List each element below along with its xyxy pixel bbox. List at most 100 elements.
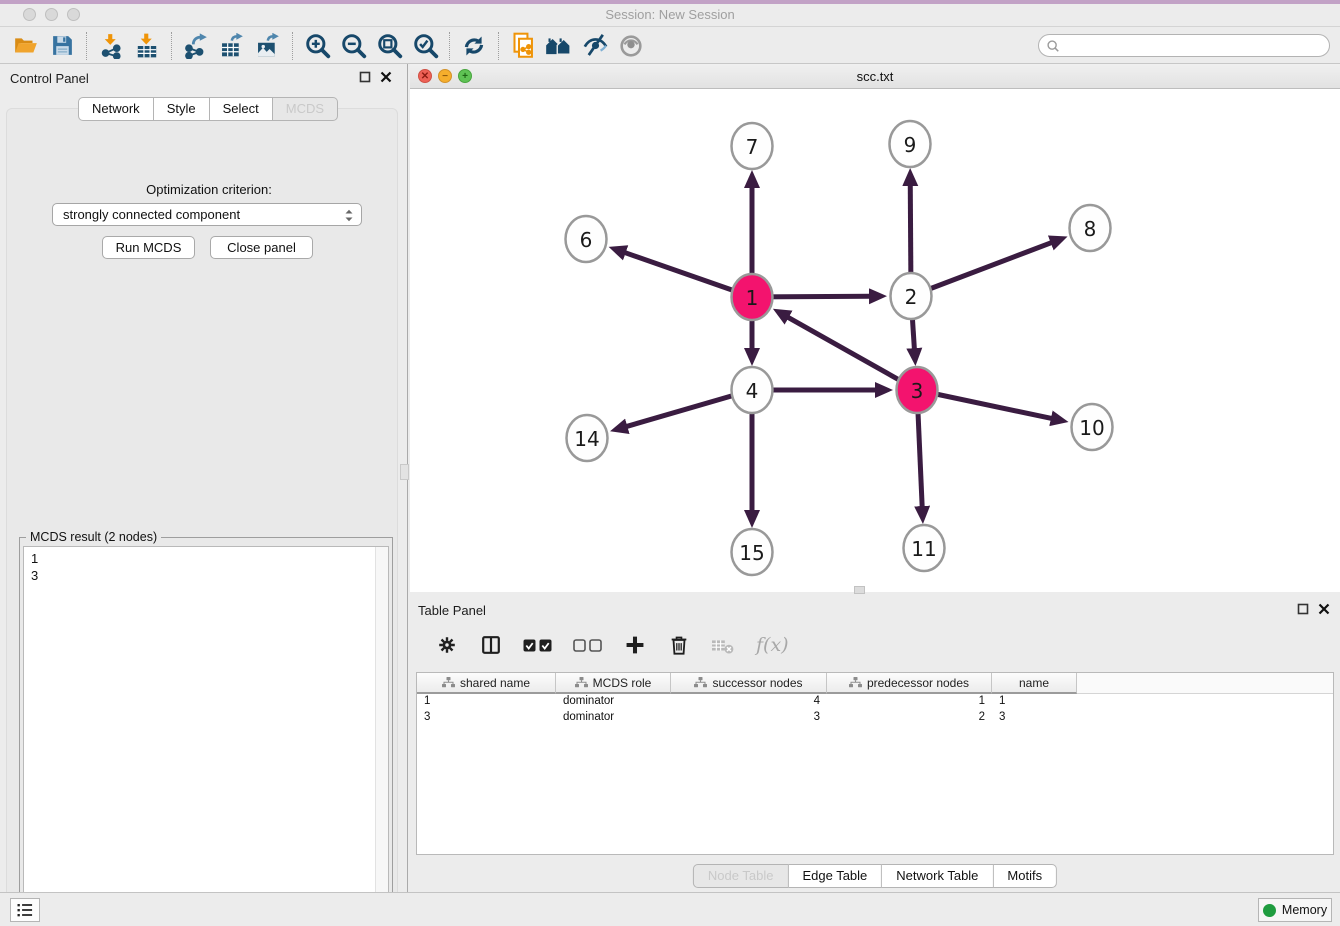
search-field[interactable] [1038,34,1330,57]
header-filler [1077,673,1333,694]
graph-node-6[interactable]: 6 [566,216,607,262]
task-history-button[interactable] [10,898,40,922]
criterion-select[interactable]: strongly connected component [52,203,362,226]
attribute-tree-icon [575,677,588,688]
eye-icon [618,33,644,59]
zoom-in-button[interactable] [299,31,335,61]
show-columns-button[interactable] [476,630,506,660]
column-header-MCDS-role[interactable]: MCDS role [556,673,671,694]
graph-node-2[interactable]: 2 [891,273,932,319]
mcds-result-lines: 1 3 [31,551,38,583]
close-panel-icon[interactable] [380,71,392,83]
graph-node-9[interactable]: 9 [890,121,931,167]
graph-node-4[interactable]: 4 [732,367,773,413]
toolbar-separator [292,32,293,60]
select-all-columns-button[interactable] [520,630,556,660]
delete-column-button[interactable] [664,630,694,660]
graph-node-label: 14 [574,427,599,451]
column-header-predecessor-nodes[interactable]: predecessor nodes [827,673,992,694]
graph-edge-2-8[interactable] [911,242,1053,296]
export-network-button[interactable] [178,31,214,61]
search-icon [1046,39,1060,53]
table-row[interactable]: 1dominator411 [417,694,1333,710]
zoom-fit-button[interactable] [371,31,407,61]
import-network-button[interactable] [93,31,129,61]
table-cell: 1 [992,694,1077,710]
tab-style[interactable]: Style [154,97,210,121]
graph-node-11[interactable]: 11 [904,525,945,571]
float-panel-icon[interactable] [359,71,371,83]
save-session-button[interactable] [44,31,80,61]
open-session-button[interactable] [8,31,44,61]
table-toolbar: f(x) [416,622,1334,668]
graph-node-8[interactable]: 8 [1070,205,1111,251]
tab-select[interactable]: Select [210,97,273,121]
zoom-fit-icon [376,32,403,59]
eye-slash-icon [582,32,609,59]
table-header-row: shared name MCDS rolesuccessor nodesprede… [417,673,1333,694]
optimization-criterion-label: Optimization criterion: [7,182,411,197]
network-graph[interactable]: 7 9 6 8 1 2 4 3 14 10 15 11 [410,89,1340,592]
mcds-result-group: MCDS result (2 nodes) 1 3 [19,537,393,922]
network-window-titlebar[interactable]: ✕ − + scc.txt [410,64,1340,89]
splitter-grip[interactable] [400,464,409,480]
columns-icon [480,634,502,656]
tab-node-table[interactable]: Node Table [693,864,789,888]
graph-node-14[interactable]: 14 [567,415,608,461]
graph-edge-3-1[interactable] [787,317,917,390]
splitter-handle[interactable] [854,586,865,594]
column-header-label: name [1019,676,1049,690]
graph-node-3[interactable]: 3 [897,367,938,413]
apply-layout-button[interactable] [456,31,492,61]
column-header-successor-nodes[interactable]: successor nodes [671,673,827,694]
graph-node-label: 15 [739,541,764,565]
graph-node-label: 8 [1084,217,1097,241]
table-row[interactable]: 3dominator323 [417,710,1333,726]
table-cell: dominator [556,694,671,710]
export-table-button[interactable] [214,31,250,61]
network-overview-button[interactable] [541,31,577,61]
column-header-label: shared name [460,676,530,690]
delete-table-button[interactable] [708,630,738,660]
home-houses-icon [545,32,573,60]
toolbar-separator [86,32,87,60]
node-table: shared name MCDS rolesuccessor nodesprede… [416,672,1334,855]
graph-node-1[interactable]: 1 [732,274,773,320]
add-column-button[interactable] [620,630,650,660]
show-graphics-details-button[interactable] [613,31,649,61]
tab-network[interactable]: Network [78,97,154,121]
table-settings-button[interactable] [432,630,462,660]
tab-edge-table[interactable]: Edge Table [788,864,882,888]
run-mcds-button[interactable]: Run MCDS [102,236,195,259]
deselect-all-columns-button[interactable] [570,630,606,660]
table-cell: 3 [417,710,556,726]
close-panel-button[interactable]: Close panel [210,236,313,259]
tab-motifs[interactable]: Motifs [993,864,1057,888]
result-scrollbar[interactable] [375,547,388,917]
zoom-out-button[interactable] [335,31,371,61]
graph-node-10[interactable]: 10 [1072,404,1113,450]
column-header-name[interactable]: name [992,673,1077,694]
close-panel-icon[interactable] [1318,603,1330,615]
gear-icon [436,634,458,656]
select-stepper-icon [341,207,357,224]
duplicate-network-button[interactable] [505,31,541,61]
export-image-button[interactable] [250,31,286,61]
mcds-result-text[interactable]: 1 3 [23,546,389,918]
zoom-selected-button[interactable] [407,31,443,61]
tab-mcds[interactable]: MCDS [273,97,338,121]
table-panel: Table Panel [410,596,1340,888]
graph-node-15[interactable]: 15 [732,529,773,575]
function-builder-button[interactable]: f(x) [752,630,796,660]
graph-node-7[interactable]: 7 [732,123,773,169]
column-header-shared-name[interactable]: shared name [417,673,556,694]
tab-network-table[interactable]: Network Table [882,864,993,888]
search-input[interactable] [1065,39,1329,53]
float-panel-icon[interactable] [1297,603,1309,615]
floppy-disk-icon [50,33,75,58]
hide-graphics-details-button[interactable] [577,31,613,61]
attribute-tree-icon [442,677,455,688]
import-table-button[interactable] [129,31,165,61]
memory-button[interactable]: Memory [1258,898,1332,922]
zoom-out-icon [340,32,367,59]
